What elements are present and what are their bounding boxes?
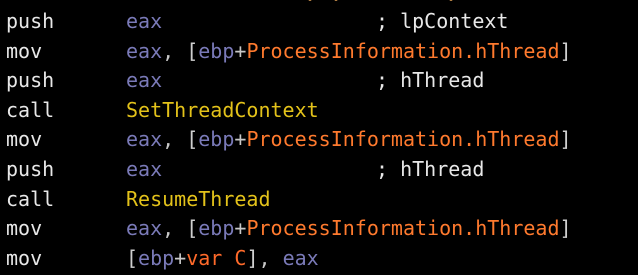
instruction-line[interactable]: mov [ebp+var C], eax	[0, 245, 638, 271]
instruction-line[interactable]: push eax ; hThread	[0, 67, 638, 93]
operand-token: ,	[162, 127, 187, 152]
instruction-operands: eax, [ebp+ProcessInformation.hThread]	[126, 38, 572, 64]
instruction-line[interactable]: call ResumeThread	[0, 186, 638, 212]
instruction-mnemonic[interactable]: mov	[6, 126, 42, 152]
operand-token: [	[186, 38, 199, 63]
clipped-text-fragment: .	[304, 0, 316, 7]
disassembly-view[interactable]: ... pusheax; lpContextmoveax, [ebp+Proce…	[0, 0, 638, 275]
operand-token[interactable]: ebp	[198, 216, 234, 240]
instruction-line[interactable]: mov eax, [ebp+ProcessInformation.hThread]	[0, 215, 638, 241]
instruction-operands: eax, [ebp+ProcessInformation.hThread]	[126, 215, 572, 241]
operand-token[interactable]: eax	[126, 39, 162, 63]
instruction-mnemonic[interactable]: push	[6, 8, 54, 34]
operand-token[interactable]: eax	[126, 127, 162, 151]
operand-token[interactable]: ProcessInformation.hThread	[246, 127, 559, 151]
instruction-mnemonic[interactable]: mov	[6, 38, 42, 64]
operand-token[interactable]: eax	[126, 157, 162, 181]
operand-token: ,	[162, 38, 187, 63]
operand-token[interactable]: ResumeThread	[126, 187, 271, 211]
operand-token: ]	[559, 127, 572, 152]
operand-token: ,	[258, 245, 283, 270]
operand-token: +	[234, 216, 247, 241]
instruction-line[interactable]: push eax ; hThread	[0, 156, 638, 182]
clipped-previous-line: ...	[0, 0, 638, 7]
instruction-mnemonic[interactable]: call	[6, 186, 54, 212]
instruction-operands: eax	[126, 8, 162, 34]
instruction-line[interactable]: mov eax, [ebp+ProcessInformation.hThread]	[0, 38, 638, 64]
operand-token[interactable]: ProcessInformation.hThread	[246, 39, 559, 63]
instruction-mnemonic[interactable]: mov	[6, 245, 42, 271]
operand-token[interactable]: eax	[283, 246, 319, 270]
clipped-text-fragment: .	[445, 0, 457, 7]
instruction-comment: ; hThread	[376, 157, 485, 181]
instruction-operands: eax, [ebp+ProcessInformation.hThread]	[126, 126, 572, 152]
operand-token: ]	[246, 245, 259, 270]
operand-token: ]	[559, 216, 572, 241]
operand-token: [	[126, 245, 139, 270]
instruction-operands: eax	[126, 67, 162, 93]
operand-token[interactable]: ebp	[198, 127, 234, 151]
operand-token: ]	[559, 38, 572, 63]
operand-token: +	[234, 127, 247, 152]
operand-token[interactable]: ebp	[138, 246, 174, 270]
instruction-operands: eax	[126, 156, 162, 182]
operand-token: ,	[162, 216, 187, 241]
operand-token[interactable]: SetThreadContext	[126, 98, 319, 122]
instruction-mnemonic[interactable]: push	[6, 156, 54, 182]
operand-token: [	[186, 216, 199, 241]
instruction-operands: ResumeThread	[126, 186, 271, 212]
instruction-mnemonic[interactable]: push	[6, 67, 54, 93]
operand-token[interactable]: eax	[126, 9, 162, 33]
instruction-comment: ; hThread	[376, 68, 485, 93]
operand-token: [	[186, 127, 199, 152]
operand-token[interactable]: ProcessInformation.hThread	[246, 216, 559, 240]
instruction-mnemonic[interactable]: call	[6, 97, 54, 123]
operand-token[interactable]: eax	[126, 216, 162, 240]
operand-token[interactable]: var C	[186, 246, 246, 270]
instruction-operands: [ebp+var C], eax	[126, 245, 319, 271]
instruction-line[interactable]: mov eax, [ebp+ProcessInformation.hThread]	[0, 126, 638, 152]
instruction-line[interactable]: call SetThreadContext	[0, 97, 638, 123]
instruction-line[interactable]: push eax ; lpContext	[0, 8, 638, 34]
operand-token: +	[174, 245, 187, 270]
operand-token: +	[234, 38, 247, 63]
operand-token[interactable]: ebp	[198, 39, 234, 63]
operand-token[interactable]: eax	[126, 68, 162, 92]
instruction-mnemonic[interactable]: mov	[6, 215, 42, 241]
instruction-operands: SetThreadContext	[126, 97, 319, 123]
instruction-comment: ; lpContext	[376, 9, 509, 33]
clipped-text-fragment: .	[330, 0, 342, 7]
